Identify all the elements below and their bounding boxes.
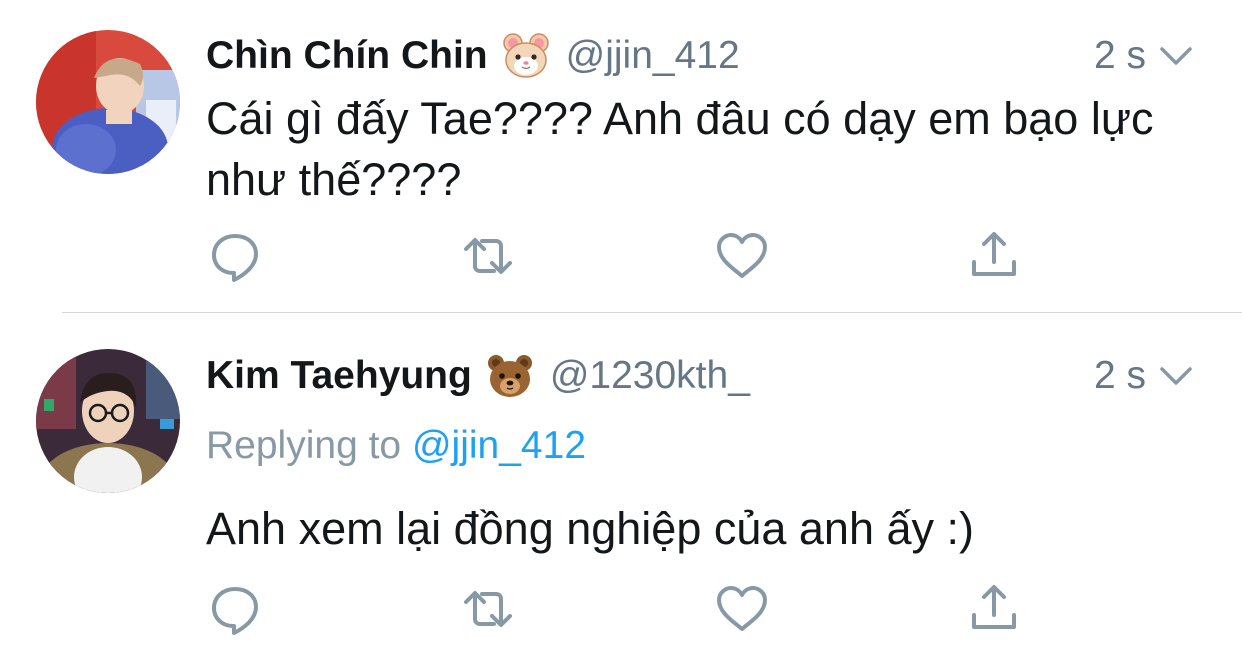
timestamp: 2 s: [1093, 354, 1146, 397]
avatar-image: [36, 349, 180, 493]
bear-face-icon: [486, 352, 534, 400]
display-name[interactable]: Chìn Chín Chin: [206, 34, 488, 78]
tweet-actions: [0, 228, 1242, 284]
tweet-header: Kim Taehyung @1230kth_ 2 s: [206, 346, 1242, 406]
share-icon[interactable]: [966, 228, 1022, 284]
hamster-face-icon: [502, 32, 550, 80]
avatar[interactable]: [36, 30, 180, 174]
replying-to-mention[interactable]: @jjin_412: [412, 424, 586, 467]
timestamp: 2 s: [1093, 34, 1146, 77]
tweet-header: Chìn Chín Chin @jjin_412 2 s: [206, 26, 1242, 86]
tweet-text: Cái gì đấy Tae???? Anh đâu có dạy em bạo…: [206, 93, 1154, 205]
replying-to: Replying to @jjin_412: [206, 424, 586, 468]
avatar[interactable]: [36, 349, 180, 493]
tweet-actions: [0, 581, 1242, 637]
tweet-text: Anh xem lại đồng nghiệp của anh ấy :): [206, 503, 975, 554]
avatar-image: [36, 30, 180, 174]
chevron-down-icon[interactable]: [1156, 36, 1196, 76]
chevron-down-icon[interactable]: [1156, 356, 1196, 396]
heart-icon[interactable]: [714, 228, 770, 284]
reply-icon[interactable]: [207, 228, 263, 284]
reply-icon[interactable]: [207, 581, 263, 637]
retweet-icon[interactable]: [460, 228, 516, 284]
heart-icon[interactable]: [714, 581, 770, 637]
tweet[interactable]: Chìn Chín Chin @jjin_412 2 s Cái gì đấy: [0, 0, 1242, 312]
username-handle[interactable]: @1230kth_: [550, 354, 750, 398]
tweet[interactable]: Kim Taehyung @1230kth_ 2 s Replying to @…: [0, 313, 1242, 668]
retweet-icon[interactable]: [460, 581, 516, 637]
username-handle[interactable]: @jjin_412: [566, 34, 740, 78]
display-name[interactable]: Kim Taehyung: [206, 354, 472, 398]
replying-to-label: Replying to: [206, 424, 402, 467]
share-icon[interactable]: [966, 581, 1022, 637]
